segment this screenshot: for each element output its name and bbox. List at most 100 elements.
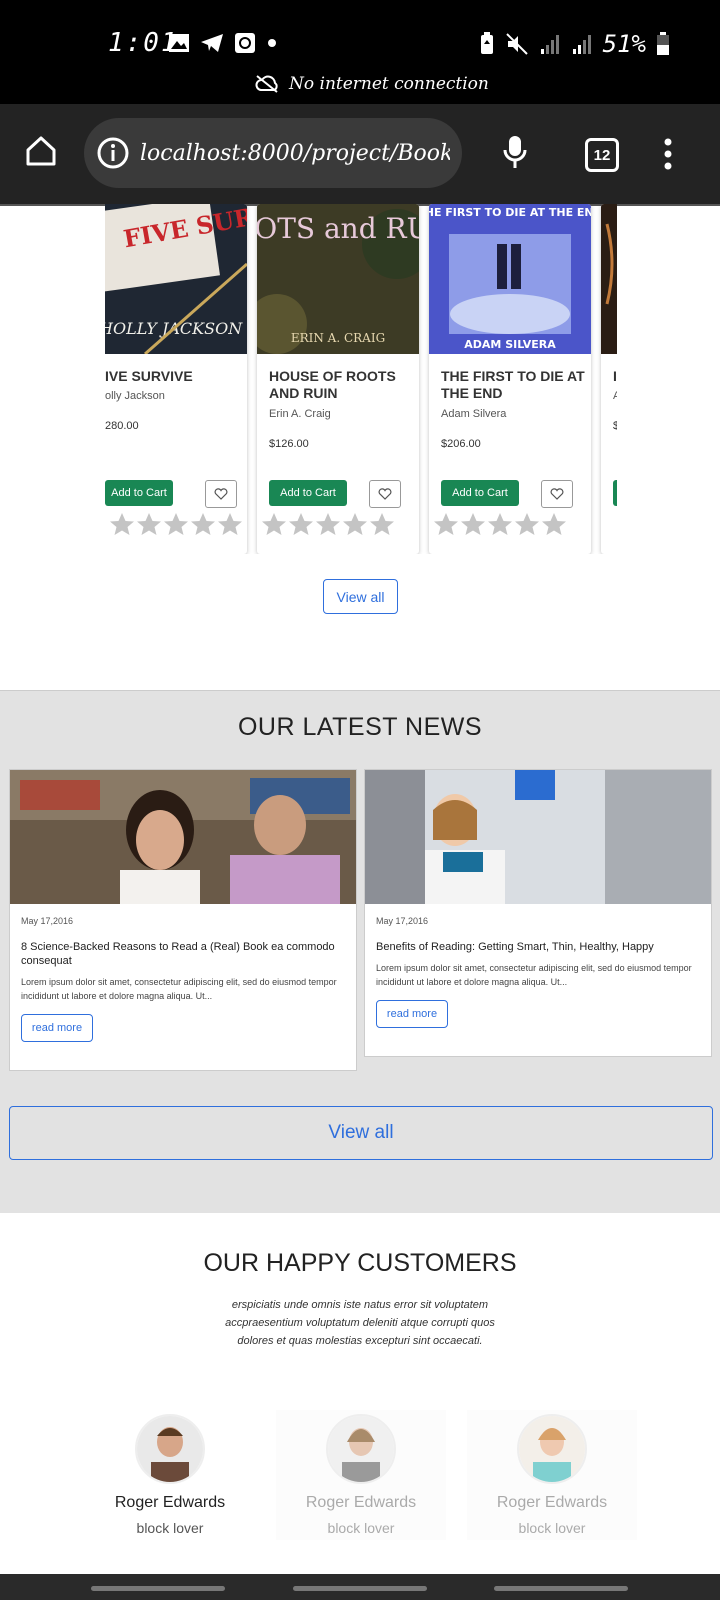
more-options-icon[interactable] xyxy=(662,138,674,170)
news-excerpt: Lorem ipsum dolor sit amet, consectetur … xyxy=(21,977,337,1001)
home-icon[interactable] xyxy=(24,134,58,168)
product-author: A xyxy=(613,390,617,402)
avatar xyxy=(517,1414,587,1484)
telegram-icon xyxy=(201,34,223,52)
add-to-cart-button[interactable]: Add to Cart xyxy=(613,480,617,506)
news-date: May 17,2016 xyxy=(376,916,429,926)
star-icon xyxy=(515,513,539,535)
product-title[interactable]: I xyxy=(613,368,617,385)
star-icon xyxy=(218,513,242,535)
nav-handle[interactable] xyxy=(91,1586,225,1591)
heart-icon xyxy=(214,488,228,500)
gallery-icon xyxy=(169,34,189,52)
nav-handle[interactable] xyxy=(494,1586,628,1591)
tab-switcher-button[interactable]: 12 xyxy=(585,138,619,172)
cover-title: THE FIRST TO DIE AT THE END xyxy=(429,206,591,219)
latest-news-section: OUR LATEST NEWS May 17,2016 8 Science-Ba… xyxy=(0,690,720,1213)
url-text[interactable]: localhost:8000/project/Bookst xyxy=(140,141,450,166)
app-notification-icon xyxy=(235,33,255,53)
star-icon xyxy=(137,513,161,535)
product-author: Erin A. Craig xyxy=(269,408,331,420)
news-excerpt: Lorem ipsum dolor sit amet, consectetur … xyxy=(376,963,692,987)
customer-testimonial[interactable]: Roger Edwards block lover xyxy=(467,1410,637,1540)
product-price: 280.00 xyxy=(105,420,139,432)
avatar xyxy=(135,1414,205,1484)
wishlist-button[interactable] xyxy=(541,480,573,508)
customer-role: block lover xyxy=(518,1520,586,1536)
cover-author: ADAM SILVERA xyxy=(464,338,556,351)
product-card[interactable]: THE FIRST TO DIE AT THE END ADAM SILVERA… xyxy=(429,204,591,554)
add-to-cart-button[interactable]: Add to Cart xyxy=(105,480,173,506)
star-icon xyxy=(488,513,512,535)
cloud-off-icon xyxy=(255,75,278,93)
customer-name: Roger Edwards xyxy=(114,1494,226,1511)
star-icon xyxy=(110,513,134,535)
customer-name: Roger Edwards xyxy=(305,1494,417,1511)
news-card[interactable]: May 17,2016 Benefits of Reading: Getting… xyxy=(364,769,712,1057)
news-heading: OUR LATEST NEWS xyxy=(237,713,483,741)
rating-stars xyxy=(433,512,567,536)
product-price: $126.00 xyxy=(269,438,309,450)
customer-testimonial[interactable]: Roger Edwards block lover xyxy=(276,1410,446,1540)
star-icon xyxy=(370,513,394,535)
heart-icon xyxy=(378,488,392,500)
news-card[interactable]: May 17,2016 8 Science-Backed Reasons to … xyxy=(9,769,357,1071)
cover-title: ROOTS and RUIN xyxy=(257,212,419,245)
product-title[interactable]: HOUSE OF ROOTS AND RUIN xyxy=(269,368,414,402)
add-to-cart-button[interactable]: Add to Cart xyxy=(269,480,347,506)
customers-heading: OUR HAPPY CUSTOMERS xyxy=(203,1249,517,1277)
info-icon[interactable] xyxy=(96,136,130,170)
customer-role: block lover xyxy=(136,1520,204,1536)
customer-name: Roger Edwards xyxy=(496,1494,608,1511)
read-more-button[interactable]: read more xyxy=(376,1000,448,1028)
avatar xyxy=(326,1414,396,1484)
book-cover: THE FIRST TO DIE AT THE END ADAM SILVERA xyxy=(429,204,591,354)
star-icon xyxy=(316,513,340,535)
no-internet-text: No internet connection xyxy=(289,74,489,94)
rating-stars xyxy=(109,512,243,536)
mute-icon xyxy=(505,33,528,55)
news-image xyxy=(365,770,711,904)
product-price: $ xyxy=(613,420,617,432)
news-title[interactable]: 8 Science-Backed Reasons to Read a (Real… xyxy=(21,940,341,968)
cover-author: ERIN A. CRAIG xyxy=(291,331,385,345)
book-cover: FIVE SURVIVE HOLLY JACKSON xyxy=(105,204,247,354)
system-icons: 51% xyxy=(479,30,670,58)
product-card[interactable]: FIVE SURVIVE HOLLY JACKSON IVE SURVIVE o… xyxy=(105,204,247,554)
star-icon xyxy=(461,513,485,535)
star-icon xyxy=(343,513,367,535)
product-title[interactable]: IVE SURVIVE xyxy=(105,368,247,385)
wishlist-button[interactable] xyxy=(369,480,401,508)
add-to-cart-button[interactable]: Add to Cart xyxy=(441,480,519,506)
heart-icon xyxy=(550,488,564,500)
star-icon xyxy=(289,513,313,535)
customer-testimonial[interactable]: Roger Edwards block lover xyxy=(85,1410,255,1540)
book-cover: ROOTS and RUIN ERIN A. CRAIG xyxy=(257,204,419,354)
star-icon xyxy=(262,513,286,535)
star-icon xyxy=(191,513,215,535)
product-carousel[interactable]: FIVE SURVIVE HOLLY JACKSON IVE SURVIVE o… xyxy=(105,204,617,554)
battery-level: 51% xyxy=(602,30,646,58)
read-more-button[interactable]: read more xyxy=(21,1014,93,1042)
battery-saver-icon xyxy=(480,32,493,54)
address-bar[interactable]: localhost:8000/project/Bookst xyxy=(84,118,462,188)
news-view-all-button[interactable]: View all xyxy=(9,1106,713,1160)
product-card[interactable]: I A $ Add to Cart xyxy=(601,204,617,554)
customers-quote: erspiciatis unde omnis iste natus error … xyxy=(225,1299,495,1347)
signal-icon-2 xyxy=(572,35,591,54)
star-icon xyxy=(434,513,458,535)
microphone-icon[interactable] xyxy=(502,134,528,170)
nav-handle[interactable] xyxy=(293,1586,427,1591)
no-internet-banner: No internet connection xyxy=(255,74,489,94)
battery-icon xyxy=(657,32,669,55)
wishlist-button[interactable] xyxy=(205,480,237,508)
news-title[interactable]: Benefits of Reading: Getting Smart, Thin… xyxy=(376,940,696,954)
customer-role: block lover xyxy=(327,1520,395,1536)
system-navigation-bar xyxy=(0,1574,720,1600)
dot-icon xyxy=(268,39,276,47)
product-card[interactable]: ROOTS and RUIN ERIN A. CRAIG HOUSE OF RO… xyxy=(257,204,419,554)
star-icon xyxy=(542,513,566,535)
product-title[interactable]: THE FIRST TO DIE AT THE END xyxy=(441,368,586,402)
products-view-all-button[interactable]: View all xyxy=(323,579,398,614)
status-bar: 1:01 51% No internet connection xyxy=(0,0,720,104)
